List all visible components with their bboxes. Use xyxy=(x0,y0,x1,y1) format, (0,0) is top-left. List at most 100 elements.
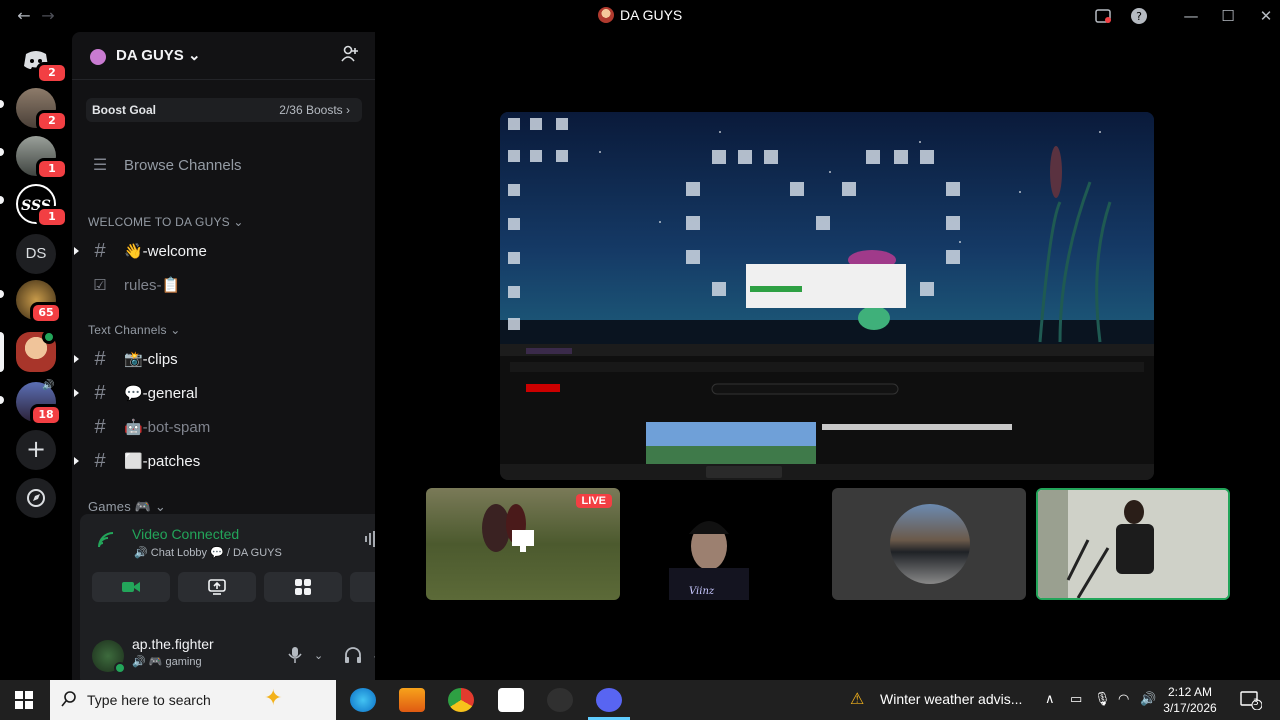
edge-app-icon[interactable] xyxy=(350,688,376,712)
windows-taskbar: Type here to search ✦ ⚠ Winter weather a… xyxy=(0,680,1280,720)
video-tile-camera-2[interactable] xyxy=(1036,488,1230,600)
microphone-icon[interactable] xyxy=(288,646,302,668)
weather-widget[interactable]: Winter weather advis... xyxy=(880,691,1022,707)
add-server-icon[interactable]: + xyxy=(16,430,56,470)
chrome-app-icon[interactable] xyxy=(448,688,474,712)
discover-icon[interactable] xyxy=(16,478,56,518)
speaker-icon: 🔊 xyxy=(42,380,55,391)
back-arrow-icon[interactable]: ← xyxy=(14,6,34,25)
system-clock[interactable]: 2:12 AM 3/17/2026 xyxy=(1160,684,1220,716)
da-guys-server-icon[interactable] xyxy=(16,330,56,372)
channel-general[interactable]: # 💬-general xyxy=(74,377,366,409)
channel-rules[interactable]: ☑ rules-📋 xyxy=(80,269,366,301)
volume-tray-icon[interactable]: 🔊 xyxy=(1140,692,1156,707)
unread-pill xyxy=(0,290,4,298)
category-welcome[interactable]: WELCOME TO DA GUYS ⌄ xyxy=(88,215,244,229)
close-icon[interactable]: ✕ xyxy=(1254,5,1278,27)
voice-location[interactable]: 🔊 Chat Lobby 💬 / DA GUYS xyxy=(134,546,282,559)
capcut-app-icon[interactable] xyxy=(498,688,524,712)
activities-button[interactable] xyxy=(264,572,342,602)
video-tile-avatar[interactable] xyxy=(832,488,1026,600)
boost-goal-bar[interactable]: Boost Goal 2/36 Boosts › xyxy=(86,98,362,122)
video-tile-camera-1[interactable]: Viinz xyxy=(629,488,823,600)
notification-center-icon[interactable]: 3 xyxy=(1240,690,1263,714)
screen-share-stream[interactable] xyxy=(500,112,1154,480)
clock-time: 2:12 AM xyxy=(1167,685,1213,699)
voice-server-icon[interactable]: 🔊 18 xyxy=(16,380,62,426)
channel-label: 📸-clips xyxy=(124,351,178,368)
minimize-icon[interactable]: — xyxy=(1179,5,1203,27)
mention-badge: 65 xyxy=(30,302,62,324)
text-channel-icon: # xyxy=(94,381,106,404)
video-stage: LIVE Viinz xyxy=(375,32,1280,680)
text-channel-icon: # xyxy=(94,347,106,370)
search-placeholder: Type here to search xyxy=(87,692,211,708)
unread-pill xyxy=(0,196,4,204)
channel-patches[interactable]: # ⬜-patches xyxy=(74,445,366,477)
watermark-text: Viinz xyxy=(689,586,715,597)
server-header[interactable]: DA GUYS ⌄ xyxy=(72,32,375,80)
help-icon[interactable]: ? xyxy=(1127,5,1151,27)
channel-sidebar: DA GUYS ⌄ Boost Goal 2/36 Boosts › ☰ Bro… xyxy=(72,32,438,686)
text-channel-icon: # xyxy=(94,449,106,472)
window-title: DA GUYS xyxy=(598,7,682,23)
tray-expand-chevron-icon[interactable]: ∧ xyxy=(1045,692,1055,707)
ds-server-icon[interactable]: DS xyxy=(16,234,56,274)
rules-channel-icon: ☑ xyxy=(93,277,107,294)
discord-home-icon[interactable]: 2 xyxy=(16,40,68,84)
text-channel-icon: # xyxy=(94,415,106,438)
ghosts-server-icon[interactable]: 65 xyxy=(16,280,62,324)
channel-label: 💬-general xyxy=(124,385,198,402)
invite-people-icon[interactable] xyxy=(340,44,360,69)
windows-start-icon[interactable] xyxy=(14,690,34,714)
sss-server-icon[interactable]: SSS 1 xyxy=(16,184,68,228)
obs-app-icon[interactable] xyxy=(547,688,573,712)
device-tray-icon[interactable]: ▭ xyxy=(1070,692,1082,707)
mic-options-chevron-icon[interactable]: ⌄ xyxy=(314,649,323,662)
inbox-icon[interactable] xyxy=(1091,5,1115,27)
headphones-icon[interactable] xyxy=(344,646,362,668)
window-title-text: DA GUYS xyxy=(620,7,683,23)
category-games[interactable]: Games 🎮 ⌄ xyxy=(88,499,166,515)
mention-badge: 18 xyxy=(30,404,62,426)
server-name: DA GUYS ⌄ xyxy=(116,47,201,64)
category-text-channels[interactable]: Text Channels ⌄ xyxy=(88,323,180,337)
dm-avatar-2[interactable]: 1 xyxy=(16,136,68,180)
camera-button[interactable] xyxy=(92,572,170,602)
signal-icon[interactable] xyxy=(96,530,116,554)
notification-count: 3 xyxy=(1253,698,1259,708)
channel-label: rules-📋 xyxy=(124,277,181,294)
mention-badge: 2 xyxy=(36,62,68,84)
username[interactable]: ap.the.fighter xyxy=(132,636,214,652)
channel-label: 🤖-bot-spam xyxy=(124,419,211,436)
boost-goal-label: Boost Goal xyxy=(92,103,157,117)
mic-tray-icon[interactable]: 🎙 xyxy=(1094,692,1111,707)
svg-text:?: ? xyxy=(1136,10,1142,23)
maximize-icon[interactable]: ☐ xyxy=(1216,5,1240,27)
taskbar-search-box[interactable]: Type here to search ✦ xyxy=(50,680,336,720)
discord-window: ← → DA GUYS ? — ☐ ✕ 2 2 1 SSS 1 DS 65 🔊 … xyxy=(0,0,1280,720)
fl-studio-app-icon[interactable] xyxy=(399,688,425,712)
share-screen-button[interactable] xyxy=(178,572,256,602)
channel-bot-spam[interactable]: # 🤖-bot-spam xyxy=(80,411,366,443)
channel-clips[interactable]: # 📸-clips xyxy=(74,343,366,375)
wifi-tray-icon[interactable]: ◠ xyxy=(1118,692,1129,707)
unread-pill xyxy=(0,100,4,108)
search-highlight-sparkle-icon[interactable]: ✦ xyxy=(264,686,282,711)
video-tile-stream[interactable]: LIVE xyxy=(426,488,620,600)
unread-indicator xyxy=(74,247,79,255)
live-badge: LIVE xyxy=(575,494,612,508)
mention-badge: 2 xyxy=(36,110,68,132)
channel-welcome[interactable]: # 👋-welcome xyxy=(74,235,366,267)
mention-badge: 1 xyxy=(36,206,68,228)
participant-avatar xyxy=(890,504,970,584)
boost-count: 2/36 Boosts › xyxy=(279,103,350,117)
discord-app-icon[interactable] xyxy=(596,688,622,712)
online-status-dot xyxy=(114,662,126,674)
voice-active-indicator xyxy=(42,330,56,344)
dm-avatar-1[interactable]: 2 xyxy=(16,88,68,132)
forward-arrow-icon[interactable]: → xyxy=(38,6,58,25)
browse-channels[interactable]: ☰ Browse Channels xyxy=(80,149,366,181)
custom-status: 🔊 🎮 gaming xyxy=(132,656,202,668)
unread-indicator xyxy=(74,355,79,363)
